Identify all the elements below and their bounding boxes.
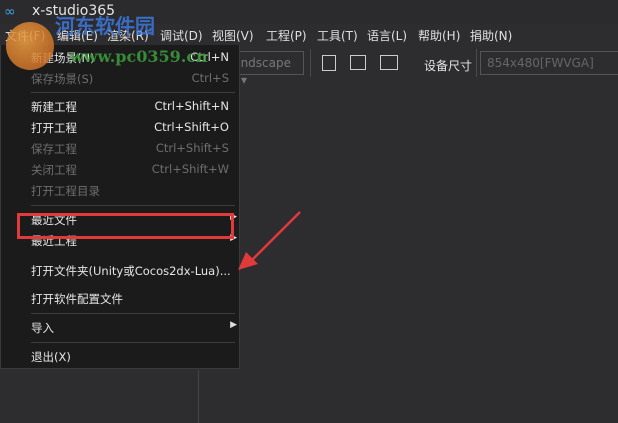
watermark-url: www.pc0359.cn — [70, 47, 208, 66]
watermark-logo — [6, 22, 54, 70]
watermark-text: 河东软件园 — [55, 14, 155, 38]
